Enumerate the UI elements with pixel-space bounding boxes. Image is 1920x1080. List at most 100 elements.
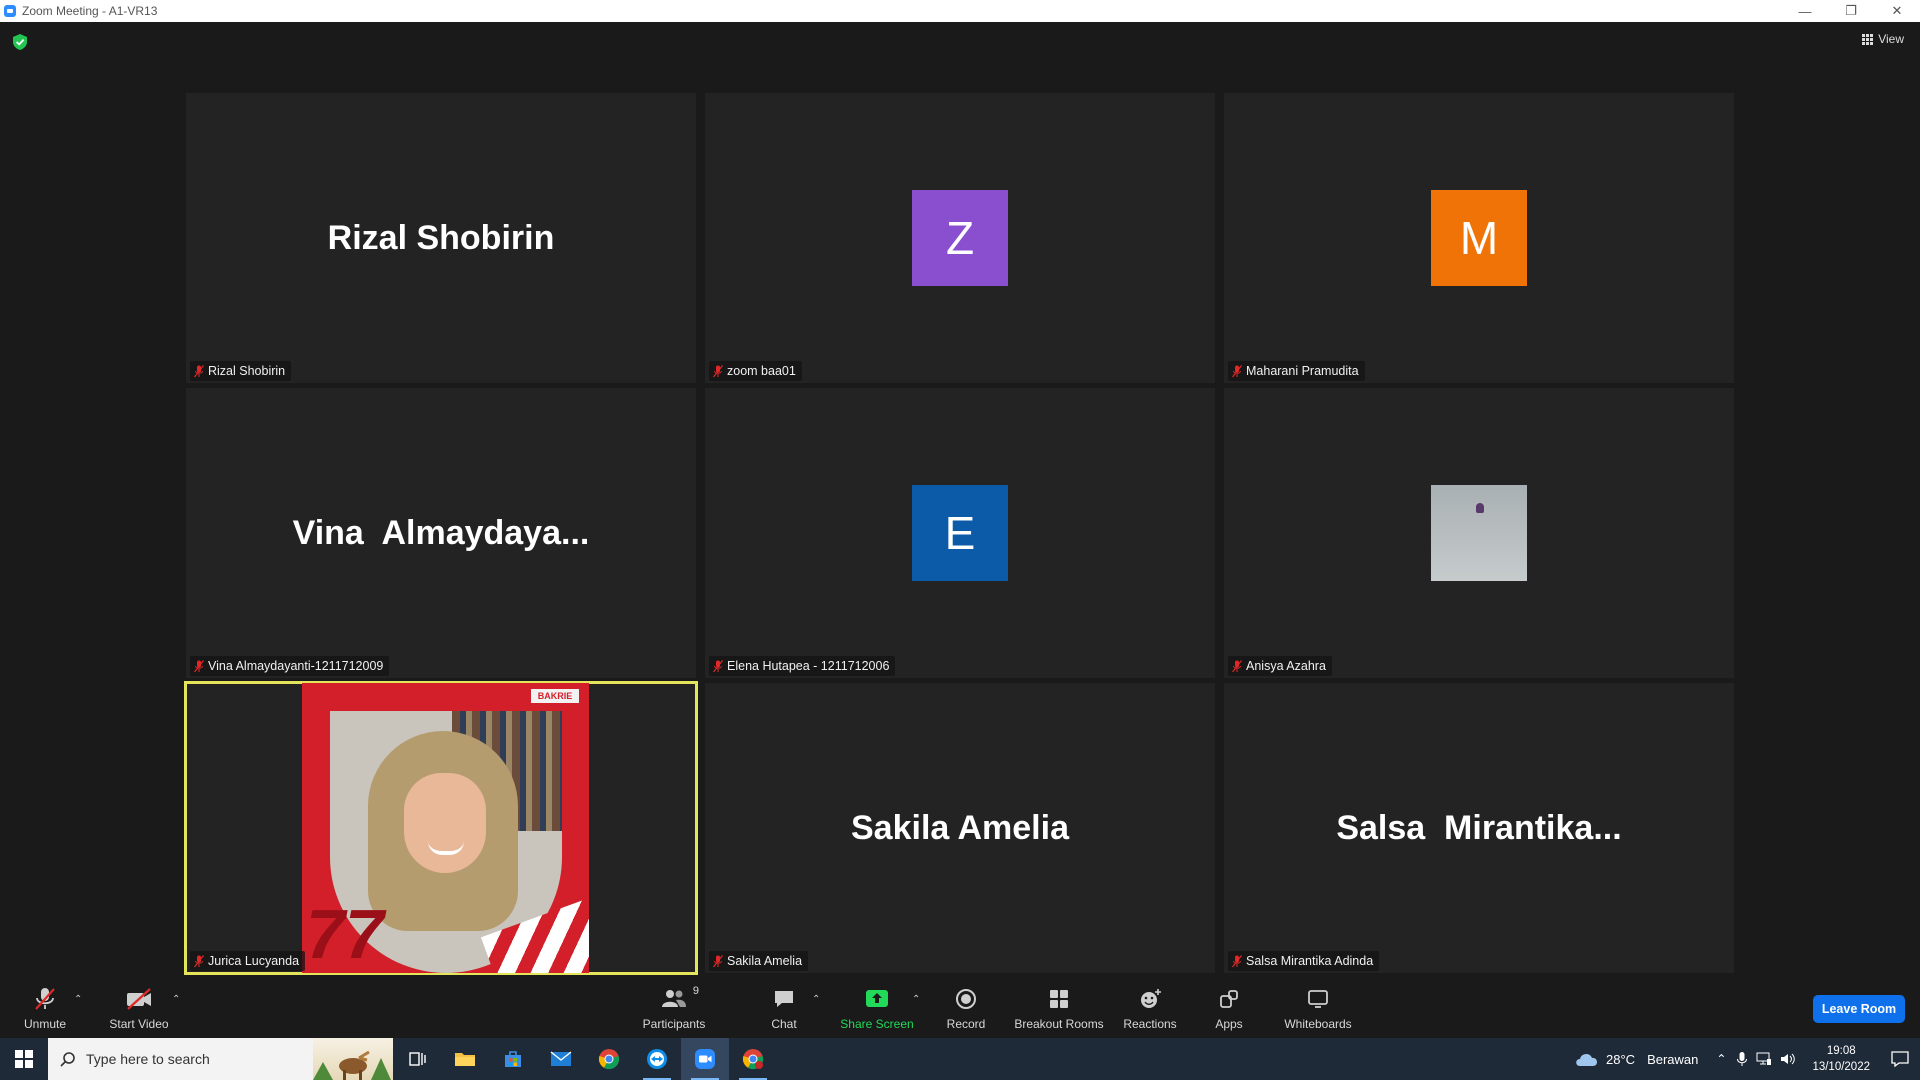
- participant-name-tag: Anisya Azahra: [1228, 656, 1332, 676]
- mail-app[interactable]: [537, 1038, 585, 1080]
- participant-name: Elena Hutapea - 1211712006: [727, 659, 890, 673]
- file-explorer-app[interactable]: [441, 1038, 489, 1080]
- windows-taskbar: Type here to search 28°C Berawan ⌃ 19:08…: [0, 1038, 1920, 1080]
- breakout-rooms-label: Breakout Rooms: [1014, 1017, 1104, 1031]
- chrome-app[interactable]: [585, 1038, 633, 1080]
- show-hidden-icons-chevron-icon[interactable]: ⌃: [1716, 1052, 1726, 1066]
- participant-avatar: Z: [912, 190, 1008, 286]
- mic-off-icon: [713, 364, 723, 377]
- video-logo-badge: BAKRIE: [531, 689, 579, 703]
- participants-count: 9: [692, 985, 699, 997]
- zoom-icon: [695, 1049, 715, 1069]
- close-button[interactable]: ✕: [1874, 0, 1920, 22]
- unmute-button[interactable]: Unmute: [18, 980, 72, 1038]
- audio-options-caret[interactable]: ⌃: [74, 994, 82, 1005]
- search-icon: [60, 1052, 75, 1067]
- whiteboards-button[interactable]: Whiteboards: [1282, 980, 1354, 1038]
- chat-button[interactable]: Chat: [763, 980, 805, 1038]
- weather-widget[interactable]: 28°C Berawan: [1574, 1050, 1698, 1068]
- teamviewer-icon: [647, 1049, 667, 1069]
- whiteboards-label: Whiteboards: [1284, 1017, 1352, 1031]
- participant-name: Anisya Azahra: [1246, 659, 1326, 673]
- chrome-icon: [742, 1049, 764, 1070]
- participant-name: Salsa Mirantika Adinda: [1246, 954, 1374, 968]
- participant-tile[interactable]: Rizal Shobirin Rizal Shobirin: [186, 93, 696, 383]
- participant-tile-active-speaker[interactable]: BAKRIE 77 Jurica Lucyanda: [184, 681, 698, 975]
- microsoft-store-app[interactable]: [489, 1038, 537, 1080]
- microphone-icon[interactable]: [1736, 1051, 1748, 1067]
- share-options-caret[interactable]: ⌃: [912, 994, 920, 1005]
- mic-off-icon: [1232, 659, 1242, 672]
- weather-condition: Berawan: [1647, 1051, 1699, 1067]
- folder-icon: [455, 1053, 475, 1066]
- participant-name: Vina Almaydayanti-1211712009: [208, 659, 384, 673]
- participant-tile[interactable]: Salsa Mirantika... Salsa Mirantika Adind…: [1224, 683, 1734, 973]
- volume-icon[interactable]: [1780, 1052, 1796, 1066]
- chrome-profile-app[interactable]: [729, 1038, 777, 1080]
- system-tray: 28°C Berawan ⌃ 19:08 13/10/2022: [1574, 1038, 1920, 1080]
- mic-muted-icon: [34, 987, 56, 1011]
- apps-icon: [1218, 987, 1240, 1011]
- participant-video: BAKRIE 77: [302, 683, 589, 973]
- leave-room-button[interactable]: Leave Room: [1813, 995, 1905, 1023]
- cloud-icon: [1576, 1053, 1598, 1066]
- notification-center-button[interactable]: [1880, 1038, 1920, 1080]
- taskbar-search-box[interactable]: Type here to search: [48, 1038, 393, 1080]
- reactions-emoji-icon: [1138, 987, 1162, 1011]
- participants-label: Participants: [642, 1017, 706, 1031]
- network-icon[interactable]: [1756, 1052, 1772, 1066]
- apps-button[interactable]: Apps: [1210, 980, 1248, 1038]
- window-title: Zoom Meeting - A1-VR13: [22, 4, 158, 18]
- chat-label: Chat: [771, 1017, 797, 1031]
- whiteboard-icon: [1306, 987, 1330, 1011]
- mic-off-icon: [1232, 364, 1242, 377]
- encryption-shield-icon[interactable]: [13, 34, 27, 50]
- mail-icon: [550, 1051, 572, 1066]
- teamviewer-app[interactable]: [633, 1038, 681, 1080]
- participant-tile[interactable]: E Elena Hutapea - 1211712006: [705, 388, 1215, 678]
- participants-button[interactable]: 9 Participants: [636, 980, 712, 1038]
- chrome-icon: [598, 1049, 620, 1070]
- zoom-app-icon: [4, 5, 16, 17]
- weather-temperature: 28°C: [1606, 1051, 1636, 1067]
- view-button[interactable]: View: [1862, 32, 1904, 46]
- start-video-button[interactable]: Start Video: [106, 980, 172, 1038]
- search-placeholder: Type here to search: [86, 1051, 210, 1067]
- participant-tile[interactable]: Anisya Azahra: [1224, 388, 1734, 678]
- participant-tile[interactable]: M Maharani Pramudita: [1224, 93, 1734, 383]
- participant-avatar: M: [1431, 190, 1527, 286]
- reactions-button[interactable]: Reactions: [1120, 980, 1180, 1038]
- window-titlebar: Zoom Meeting - A1-VR13 — ❐ ✕: [0, 0, 1920, 22]
- meeting-toolbar: Unmute ⌃ Start Video ⌃ 9 Participants Ch…: [0, 980, 1920, 1038]
- participant-name-tag: Vina Almaydayanti-1211712009: [190, 656, 390, 676]
- participant-tile[interactable]: Vina Almaydaya... Vina Almaydayanti-1211…: [186, 388, 696, 678]
- start-button[interactable]: [0, 1038, 48, 1080]
- participant-name-tag: Jurica Lucyanda: [190, 951, 306, 971]
- video-options-caret[interactable]: ⌃: [172, 994, 180, 1005]
- chat-options-caret[interactable]: ⌃: [812, 994, 820, 1005]
- participant-tile[interactable]: Z zoom baa01: [705, 93, 1215, 383]
- reactions-label: Reactions: [1123, 1017, 1177, 1031]
- record-button[interactable]: Record: [942, 980, 990, 1038]
- participant-display-name: Rizal Shobirin: [327, 218, 555, 257]
- notification-icon: [1891, 1051, 1909, 1067]
- zoom-app[interactable]: [681, 1038, 729, 1080]
- minimize-button[interactable]: —: [1782, 0, 1828, 22]
- participant-display-name: Salsa Mirantika...: [1336, 808, 1622, 847]
- participant-name: zoom baa01: [727, 364, 796, 378]
- participant-name-tag: Elena Hutapea - 1211712006: [709, 656, 896, 676]
- restore-button[interactable]: ❐: [1828, 0, 1874, 22]
- taskbar-clock[interactable]: 19:08 13/10/2022: [1812, 1043, 1870, 1075]
- participant-name-tag: zoom baa01: [709, 361, 802, 381]
- search-highlight-illustration: [313, 1038, 393, 1080]
- participant-tile[interactable]: Sakila Amelia Sakila Amelia: [705, 683, 1215, 973]
- share-screen-button[interactable]: Share Screen: [838, 980, 916, 1038]
- breakout-rooms-button[interactable]: Breakout Rooms: [1012, 980, 1106, 1038]
- task-view-icon: [409, 1052, 426, 1066]
- mic-off-icon: [1232, 954, 1242, 967]
- participant-display-name: Sakila Amelia: [851, 808, 1069, 847]
- mic-off-icon: [194, 954, 204, 967]
- clock-date: 13/10/2022: [1812, 1061, 1870, 1073]
- video-off-icon: [125, 987, 153, 1011]
- task-view-button[interactable]: [393, 1038, 441, 1080]
